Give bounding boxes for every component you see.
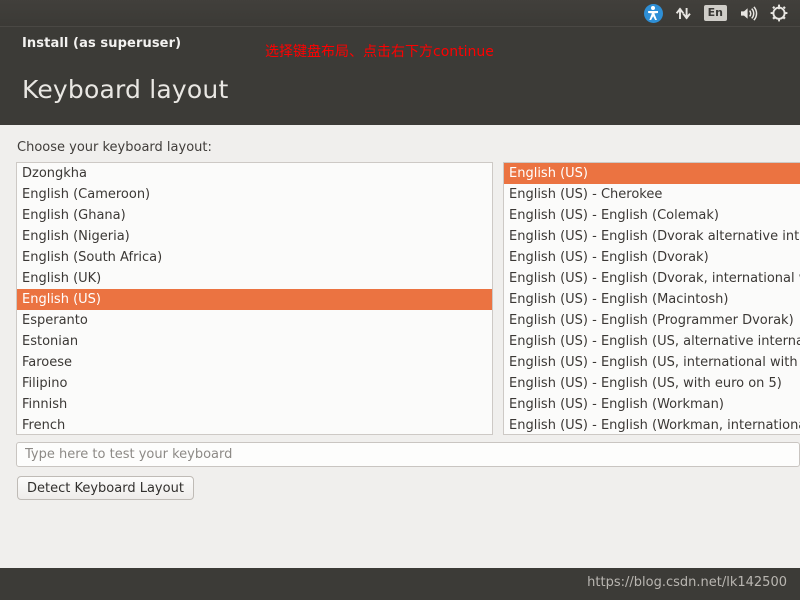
system-top-panel: En (0, 0, 800, 26)
variant-list-item[interactable]: English (US) - Cherokee (504, 184, 800, 205)
variant-list-item[interactable]: English (US) - English (Workman) (504, 394, 800, 415)
layout-list-item[interactable]: Dzongkha (17, 163, 492, 184)
keyboard-layout-indicator[interactable]: En (699, 1, 732, 25)
layout-list-item[interactable]: Filipino (17, 373, 492, 394)
layout-list-item[interactable]: English (South Africa) (17, 247, 492, 268)
installer-window: Install (as superuser) 选择键盘布局、点击右下方conti… (0, 26, 800, 568)
volume-icon (741, 5, 758, 21)
keyboard-layout-list[interactable]: Dzongkha English (Cameroon) English (Ghana… (16, 162, 493, 435)
keyboard-variant-list[interactable]: English (US) English (US) - Cherokee Engli… (503, 162, 800, 435)
power-gear-icon (770, 4, 788, 22)
keyboard-test-input[interactable] (16, 442, 800, 467)
layout-list-item[interactable]: English (Cameroon) (17, 184, 492, 205)
choose-layout-label: Choose your keyboard layout: (17, 140, 212, 155)
layout-list-item[interactable]: Estonian (17, 331, 492, 352)
variant-list-item[interactable]: English (US) - English (Programmer Dvora… (504, 310, 800, 331)
watermark-url: https://blog.csdn.net/lk142500 (587, 575, 787, 590)
screen: En Install (as superuser) 选择键盘布局、点击右下方co… (0, 0, 800, 600)
window-body: Choose your keyboard layout: Dzongkha Eng… (0, 125, 800, 568)
layout-list-item[interactable]: English (UK) (17, 268, 492, 289)
volume-indicator[interactable] (734, 1, 763, 25)
variant-list-item[interactable]: English (US) - English (Dvorak alternati… (504, 226, 800, 247)
network-indicator[interactable] (670, 1, 697, 25)
layout-list-item[interactable]: Faroese (17, 352, 492, 373)
watermark-bar: https://blog.csdn.net/lk142500 (0, 568, 800, 600)
layout-list-item[interactable]: Esperanto (17, 310, 492, 331)
accessibility-indicator[interactable] (639, 1, 668, 25)
layout-list-item[interactable]: English (Nigeria) (17, 226, 492, 247)
variant-list-item[interactable]: English (US) - English (Workman, interna… (504, 415, 800, 434)
keyboard-indicator-icon: En (703, 5, 727, 21)
variant-list-item[interactable]: English (US) - English (US, alternative … (504, 331, 800, 352)
accessibility-icon (643, 3, 663, 23)
layout-list-item[interactable]: English (Ghana) (17, 205, 492, 226)
variant-list-item[interactable]: English (US) - English (Colemak) (504, 205, 800, 226)
window-header: Install (as superuser) 选择键盘布局、点击右下方conti… (0, 26, 800, 125)
window-title: Install (as superuser) (22, 36, 182, 51)
variant-list-item[interactable]: English (US) - English (Macintosh) (504, 289, 800, 310)
annotation-text: 选择键盘布局、点击右下方continue (265, 44, 494, 60)
variant-list-item[interactable]: English (US) - English (Dvorak, internat… (504, 268, 800, 289)
variant-list-item[interactable]: English (US) - English (US, with euro on… (504, 373, 800, 394)
page-title: Keyboard layout (22, 75, 229, 104)
variant-list-item[interactable]: English (US) (504, 163, 800, 184)
detect-keyboard-layout-button[interactable]: Detect Keyboard Layout (17, 476, 194, 500)
variant-list-item[interactable]: English (US) - English (Dvorak) (504, 247, 800, 268)
variant-list-item[interactable]: English (US) - English (US, internationa… (504, 352, 800, 373)
session-menu-indicator[interactable] (765, 1, 793, 25)
layout-list-item[interactable]: French (17, 415, 492, 434)
layout-list-item[interactable]: English (US) (17, 289, 492, 310)
network-updown-icon (675, 7, 691, 19)
layout-list-item[interactable]: Finnish (17, 394, 492, 415)
